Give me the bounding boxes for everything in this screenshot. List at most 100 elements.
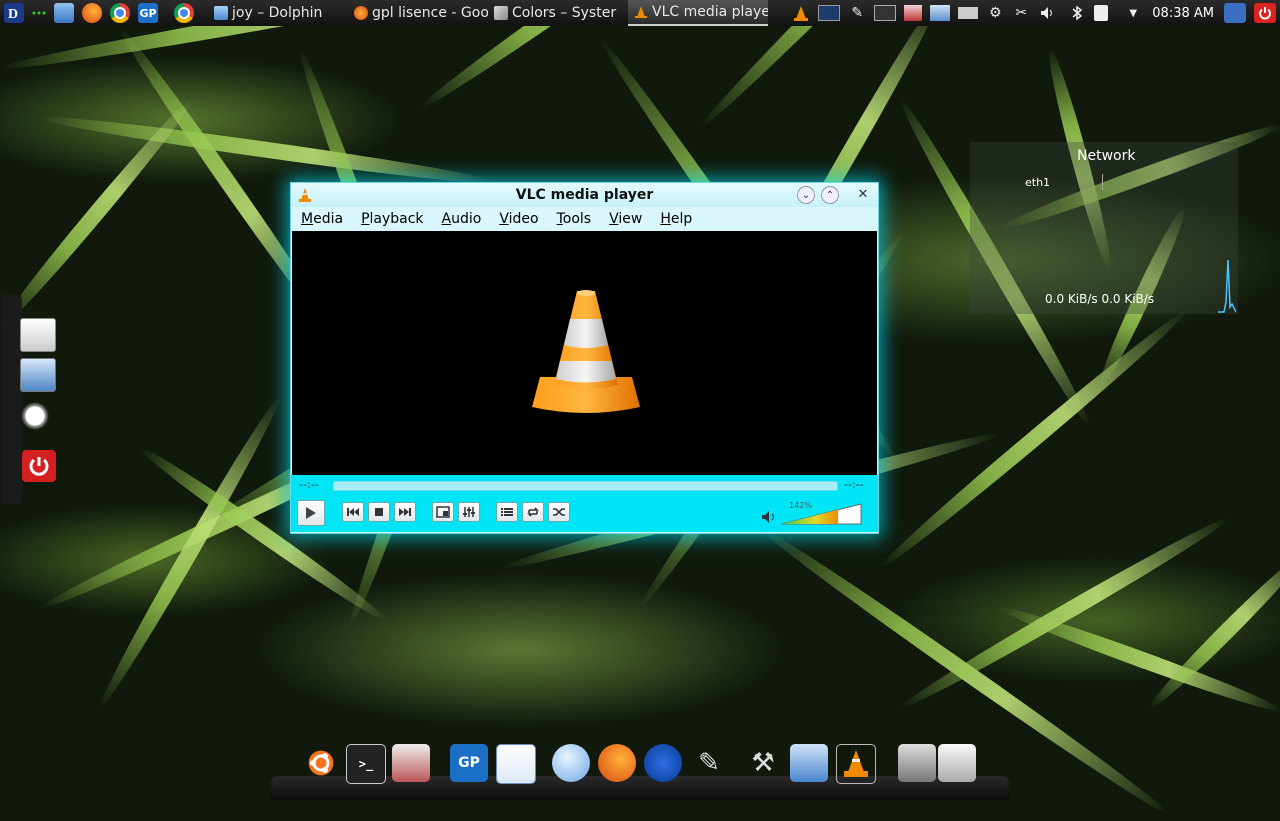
ubuntu-icon[interactable] [302,744,340,782]
vlc-dock-icon[interactable] [836,744,876,784]
calendar-icon[interactable] [20,318,56,352]
minimize-button[interactable]: ⌄ [797,186,815,204]
vlc-window: VLC media player ⌄ ⌃ ✕ Media Playback Au… [290,182,879,534]
task-vlc[interactable]: VLC media playe [628,0,768,26]
pen-icon[interactable]: ✎ [690,744,728,782]
terminal-icon[interactable] [874,5,897,21]
grass-blade [93,392,287,712]
scissors-icon[interactable]: ✂ [1012,4,1030,22]
monitor-icon[interactable] [20,358,56,392]
volume-icon[interactable] [761,510,779,524]
kde-menu-icon[interactable]: D [4,3,24,23]
display-icon[interactable] [930,5,951,21]
keyboard-icon[interactable] [958,7,979,19]
loop-button[interactable] [522,502,544,522]
tools-icon[interactable]: ⚒ [744,744,782,782]
printer-icon[interactable] [938,744,976,782]
file-manager-icon[interactable] [54,3,74,23]
next-button[interactable] [394,502,416,522]
menu-playback[interactable]: Playback [352,211,432,227]
network-settings-icon[interactable] [898,744,936,782]
shuffle-icon [553,508,565,516]
chrome-icon[interactable] [110,3,130,23]
globe-icon[interactable] [552,744,590,782]
chrome-icon-2[interactable] [174,3,194,23]
writer-document-icon[interactable] [496,744,536,784]
dock: >_ GP ✎ ⚒ [270,740,1010,800]
volume-label: 142% [789,501,812,510]
window-title: VLC media player [515,187,654,203]
menu-video[interactable]: Video [490,211,547,227]
task-label: joy – Dolphin [232,5,323,21]
task-dolphin[interactable]: joy – Dolphin [208,0,348,26]
package-icon[interactable] [904,5,923,21]
vlc-titlebar[interactable]: VLC media player ⌄ ⌃ ✕ [291,183,878,207]
svg-text:D: D [8,7,18,22]
previous-button[interactable] [342,502,364,522]
menu-bar: Media Playback Audio Video Tools View He… [291,207,878,231]
elapsed-time: --:-- [299,478,319,491]
fullscreen-button[interactable] [432,502,454,522]
chevron-down-icon[interactable]: ▼ [1124,4,1142,22]
bluetooth-icon[interactable] [1068,4,1086,22]
task-firefox[interactable]: gpl lisence - Goo [348,0,488,26]
folder-icon [214,6,228,20]
clipboard-icon[interactable] [1094,5,1109,21]
file-manager-icon[interactable] [790,744,828,782]
play-icon [306,507,316,519]
lock-screen-icon[interactable] [1224,3,1246,23]
task-colors[interactable]: Colors – Syster [488,0,628,26]
power-icon[interactable] [22,450,56,482]
pen-icon[interactable]: ✎ [848,4,866,22]
clock-magnifier-icon[interactable] [18,400,52,432]
dots-icon[interactable] [32,3,46,23]
system-tray: ✎ ⚙ ✂ ▼ 08:38 AM [788,3,1280,23]
menu-audio[interactable]: Audio [433,211,491,227]
volume-icon[interactable] [1038,4,1056,22]
seek-bar[interactable] [333,481,838,491]
stop-button[interactable] [368,502,390,522]
stop-icon [375,508,383,516]
extended-settings-button[interactable] [458,502,480,522]
top-panel: D GP joy – Dolphin gpl lisence - Goo Col… [0,0,1280,26]
gp-app-icon[interactable]: GP [138,3,158,23]
playlist-icon [501,508,513,516]
network-widget: Network eth1 0.0 KiB/s 0.0 KiB/s [970,142,1238,314]
network-title: Network [1077,148,1136,164]
firefox-icon[interactable] [82,3,102,23]
video-area[interactable] [292,231,877,475]
terminal-icon[interactable]: >_ [346,744,386,784]
power-icon[interactable] [1254,3,1276,23]
grass-blade [38,110,497,190]
equalizer-icon [463,507,475,517]
system-monitor-icon[interactable] [818,5,841,21]
maximize-button[interactable]: ⌃ [821,186,839,204]
controls-bar: 142% [291,495,878,532]
menu-media[interactable]: Media [291,211,352,227]
network-graph [1218,259,1236,313]
settings-gear-icon[interactable]: ⚙ [986,4,1004,22]
seek-area: --:-- --:-- [291,475,878,495]
firefox-icon[interactable] [598,744,636,782]
backup-icon[interactable] [392,744,430,782]
playlist-button[interactable] [496,502,518,522]
close-button[interactable]: ✕ [855,186,871,202]
firefox-icon [354,6,368,20]
task-label: gpl lisence - Goo [372,5,488,21]
grass-blade [896,511,1234,715]
vlc-tray-icon[interactable] [792,4,810,22]
shuffle-button[interactable] [548,502,570,522]
previous-icon [347,508,359,516]
menu-view[interactable]: View [600,211,651,227]
task-label: Colors – Syster [512,5,617,21]
network-rate: 0.0 KiB/s 0.0 KiB/s [1045,292,1155,306]
gp-app-icon[interactable]: GP [450,744,488,782]
remaining-time[interactable]: --:-- [844,478,864,491]
play-button[interactable] [297,500,325,526]
clock[interactable]: 08:38 AM [1152,6,1214,21]
menu-tools[interactable]: Tools [548,211,601,227]
vlc-cone-logo [532,290,640,413]
grass-blade [874,304,1192,575]
menu-help[interactable]: Help [651,211,701,227]
bird-icon[interactable] [644,744,682,782]
